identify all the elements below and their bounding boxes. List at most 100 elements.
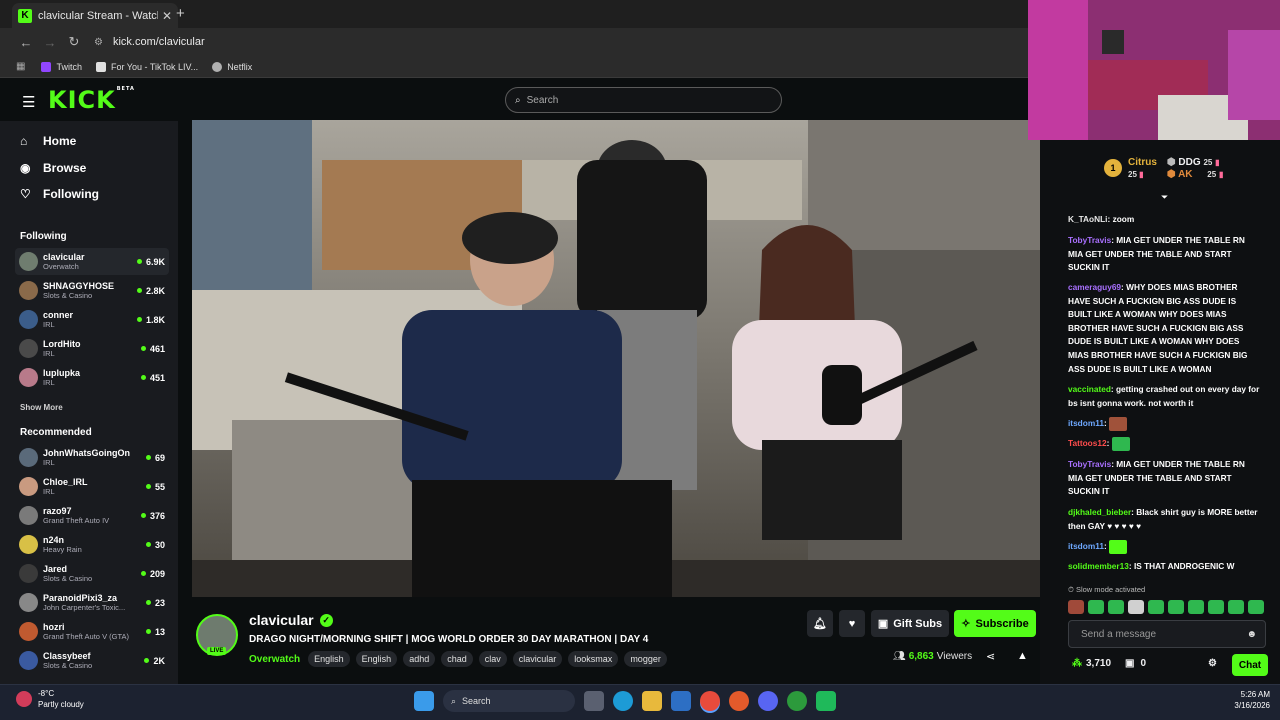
follow-heart-button[interactable]: ♥ <box>839 610 865 637</box>
emote-icon[interactable] <box>1068 600 1084 614</box>
discord-icon[interactable] <box>758 691 778 711</box>
chat-username[interactable]: cameraguy69 <box>1068 282 1121 292</box>
sidebar-channel-classybeef[interactable]: Classybeef Slots & Casino 2K <box>15 647 169 674</box>
settings-gear-icon[interactable]: ⚙ <box>1208 658 1217 669</box>
emote-icon[interactable] <box>1208 600 1224 614</box>
live-dot-icon <box>140 346 146 351</box>
tag-chip[interactable]: clav <box>478 651 507 667</box>
chat-input[interactable]: Send a message ☻ <box>1068 620 1266 648</box>
tag-chip[interactable]: adhd <box>403 651 436 667</box>
task-view-icon[interactable] <box>584 691 604 711</box>
system-clock[interactable]: 5:26 AM 3/16/2026 <box>1226 689 1270 711</box>
kick-logo[interactable]: KICKBETA <box>48 86 135 114</box>
chat-username[interactable]: djkhaled_bieber <box>1068 507 1131 517</box>
bookmark-twitch[interactable]: Twitch <box>41 61 82 72</box>
sidebar-channel-lordhito[interactable]: LordHito IRL 461 <box>15 335 169 362</box>
sidebar-channel-n24n[interactable]: n24n Heavy Rain 30 <box>15 531 169 558</box>
chrome-icon[interactable] <box>700 691 720 711</box>
chat-username[interactable]: TobyTravis <box>1068 459 1111 469</box>
channel-name[interactable]: clavicular ✓ <box>249 612 333 628</box>
file-explorer-icon[interactable] <box>642 691 662 711</box>
share-icon[interactable]: ⋖ <box>986 650 995 663</box>
chat-send-button[interactable]: Chat <box>1232 654 1268 676</box>
address-bar[interactable]: ⚙ kick.com/clavicular <box>94 36 205 48</box>
tag-chip[interactable]: looksmax <box>568 651 619 667</box>
chat-username[interactable]: itsdom11 <box>1068 418 1104 428</box>
chat-username[interactable]: K_TAoNLi <box>1068 214 1107 224</box>
emote-icon[interactable] <box>1108 600 1124 614</box>
emoji-icon[interactable]: ☻ <box>1246 629 1257 640</box>
outlook-icon[interactable] <box>671 691 691 711</box>
search-input[interactable]: ⌕ Search <box>505 87 782 113</box>
tag-chip[interactable]: mogger <box>624 651 667 667</box>
tag-chip[interactable]: English <box>308 651 350 667</box>
points-count[interactable]: 3,710 <box>1086 658 1111 669</box>
channel-category: IRL <box>43 487 55 496</box>
bookmark-netflix[interactable]: Netflix <box>212 61 252 72</box>
chat-username[interactable]: solidmember13 <box>1068 561 1129 571</box>
new-tab-button[interactable]: + <box>176 5 185 22</box>
temperature: -8°C <box>38 689 55 698</box>
subscribe-button[interactable]: ✧ Subscribe <box>954 610 1036 637</box>
sidebar-channel-jared[interactable]: Jared Slots & Casino 209 <box>15 560 169 587</box>
category-link[interactable]: Overwatch <box>249 654 300 665</box>
nav-home[interactable]: ⌂ Home <box>20 134 76 148</box>
edge-icon[interactable] <box>613 691 633 711</box>
emote-icon[interactable] <box>1088 600 1104 614</box>
emote-icon[interactable] <box>1168 600 1184 614</box>
show-more-link[interactable]: Show More <box>20 403 63 412</box>
emote-icon[interactable] <box>1228 600 1244 614</box>
sidebar-channel-luplupka[interactable]: luplupka IRL 451 <box>15 364 169 391</box>
viewer-count: 2K <box>144 656 165 666</box>
chat-username[interactable]: Tattoos12 <box>1068 438 1107 448</box>
forward-arrow-icon[interactable]: → <box>38 35 62 50</box>
sidebar-channel-hozri[interactable]: hozri Grand Theft Auto V (GTA) 13 <box>15 618 169 645</box>
emote-icon[interactable] <box>1188 600 1204 614</box>
tag-chip[interactable]: chad <box>441 651 473 667</box>
sidebar-channel-conner[interactable]: conner IRL 1.8K <box>15 306 169 333</box>
chat-username[interactable]: vaccinated <box>1068 384 1111 394</box>
sidebar-channel-johnwhatsgoingon[interactable]: JohnWhatsGoingOn IRL 69 <box>15 444 169 471</box>
sidebar-channel-paranoidpixi3_za[interactable]: ParanoidPixi3_za John Carpenter's Toxic..… <box>15 589 169 616</box>
stream-tags: Overwatch English English adhd chad clav… <box>249 651 667 667</box>
report-icon[interactable]: ▲ <box>1017 650 1028 662</box>
chat-username[interactable]: itsdom11 <box>1068 541 1104 551</box>
menu-hamburger-icon[interactable]: ☰ <box>22 93 35 111</box>
channel-category: Slots & Casino <box>43 291 93 300</box>
gift-subs-button[interactable]: ▣ Gift Subs <box>871 610 949 637</box>
browser-tab[interactable]: K clavicular Stream - Watch Live o ✕ <box>12 3 178 28</box>
sidebar-channel-chloe_irl[interactable]: Chloe_IRL IRL 55 <box>15 473 169 500</box>
tag-chip[interactable]: English <box>355 651 398 667</box>
tag-chip[interactable]: clavicular <box>512 651 563 667</box>
clock-time: 5:26 AM <box>1240 690 1270 699</box>
sidebar-channel-shnaggyhose[interactable]: SHNAGGYHOSE Slots & Casino 2.8K <box>15 277 169 304</box>
channel-name: Classybeef <box>43 651 91 661</box>
back-arrow-icon[interactable]: ← <box>14 35 38 50</box>
site-info-icon[interactable]: ⚙ <box>94 37 103 48</box>
app-icon[interactable] <box>729 691 749 711</box>
emote-icon[interactable] <box>1128 600 1144 614</box>
weather-widget[interactable]: -8°C Partly cloudy <box>16 688 84 710</box>
viewer-count: 2.8K <box>136 286 165 296</box>
channel-name: conner <box>43 310 74 320</box>
notification-bell-button[interactable]: 🔔︎ <box>807 610 833 637</box>
chat-username[interactable]: TobyTravis <box>1068 235 1111 245</box>
tab-close-icon[interactable]: ✕ <box>162 9 172 23</box>
emote-icon[interactable] <box>1148 600 1164 614</box>
live-dot-icon <box>145 600 151 605</box>
taskbar-search[interactable]: ⌕ Search <box>443 690 575 712</box>
apps-grid-icon[interactable]: ▦ <box>16 61 25 72</box>
app-green-icon[interactable] <box>816 691 836 711</box>
gift-count[interactable]: 0 <box>1140 658 1146 669</box>
chevron-down-icon[interactable]: ⏷ <box>1161 192 1168 203</box>
reload-icon[interactable]: ↻ <box>62 34 86 50</box>
xbox-icon[interactable] <box>787 691 807 711</box>
windows-start-icon[interactable] <box>414 691 434 711</box>
bookmark-tiktok[interactable]: For You - TikTok LIV... <box>95 61 198 72</box>
sidebar-channel-razo97[interactable]: razo97 Grand Theft Auto IV 376 <box>15 502 169 529</box>
video-player[interactable] <box>192 120 1040 597</box>
sidebar-channel-clavicular[interactable]: clavicular Overwatch 6.9K <box>15 248 169 275</box>
nav-browse[interactable]: ◉ Browse <box>20 161 86 175</box>
emote-icon[interactable] <box>1248 600 1264 614</box>
nav-following[interactable]: ♡ Following <box>20 187 99 201</box>
